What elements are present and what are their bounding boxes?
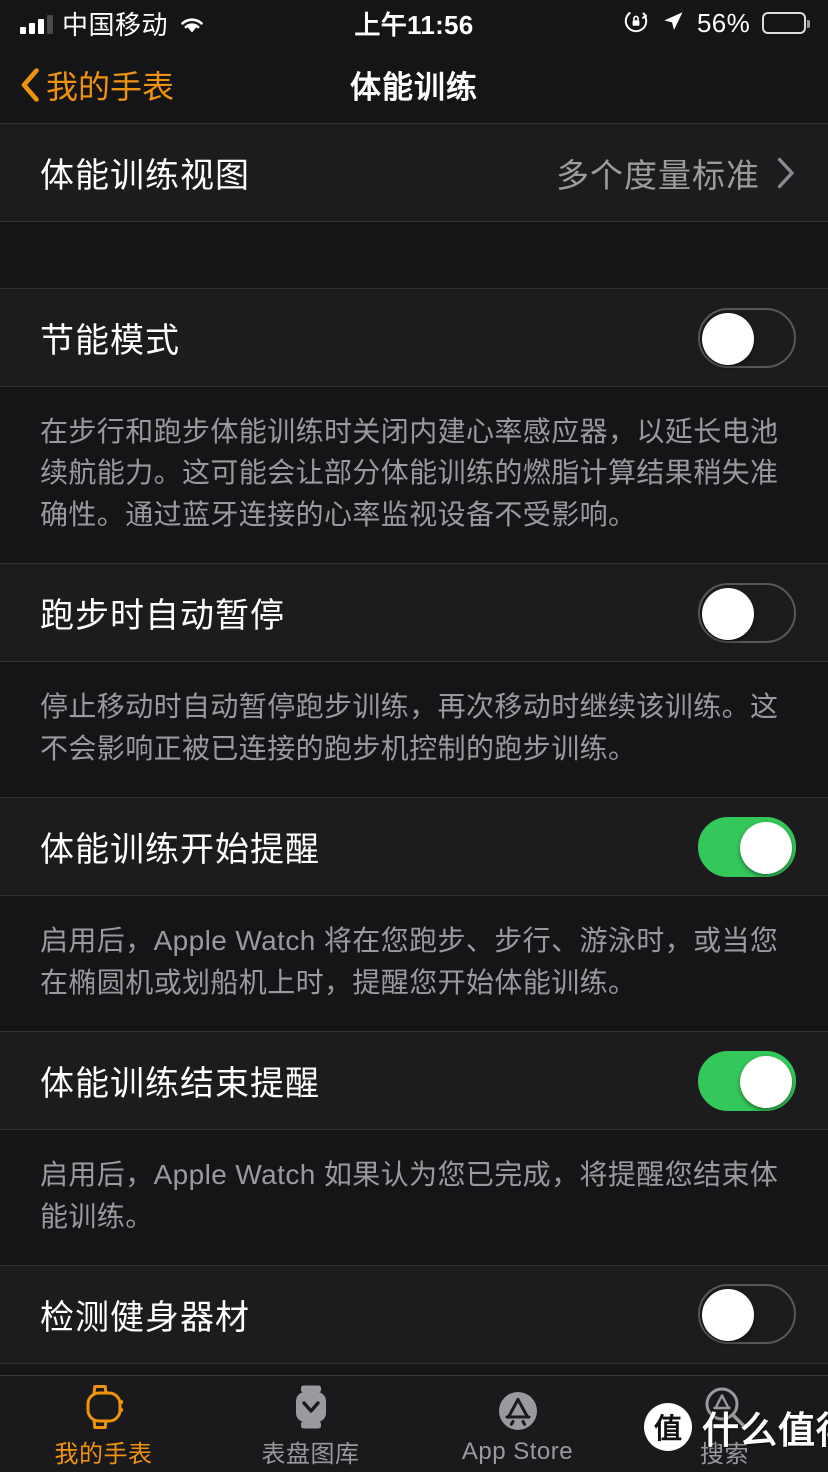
toggle-start-reminder[interactable] [698, 816, 796, 877]
toggle-auto-pause[interactable] [698, 582, 796, 643]
row-workout-view-value: 多个度量标准 [556, 156, 760, 194]
carrier-name: 中国移动 [62, 9, 169, 40]
cellular-signal-icon [20, 12, 53, 34]
footer-auto-pause: 停止移动时自动暂停跑步训练，再次移动时继续该训练。这不会影响正被已连接的跑步机控… [0, 662, 828, 798]
tab-app-store-label: App Store [461, 1437, 574, 1465]
page-title-text: 体能训练 [350, 70, 478, 105]
battery-icon [762, 12, 810, 34]
watch-outline-icon [82, 1383, 126, 1431]
tab-face-gallery-label: 表盘图库 [261, 1441, 360, 1468]
rotation-lock-icon [623, 8, 649, 39]
watch-face-icon [290, 1383, 332, 1431]
toggle-end-reminder[interactable] [698, 1050, 796, 1111]
toggle-power-saving[interactable] [698, 307, 796, 368]
row-workout-view[interactable]: 体能训练视图 多个度量标准 [0, 123, 828, 222]
row-power-saving-label: 节能模式 [40, 322, 180, 360]
location-arrow-icon [661, 9, 685, 38]
status-bar-clock: 上午11:56 [354, 9, 474, 40]
iphone-screen: 中国移动 上午11:56 56% 我的手表 体能训练 体能训练视图 多个度量标准… [0, 0, 828, 1472]
settings-list[interactable]: 体能训练视图 多个度量标准 节能模式 在步行和跑步体能训练时关闭内建心率感应器，… [0, 123, 828, 1375]
toggle-knob [740, 821, 792, 874]
row-start-reminder[interactable]: 体能训练开始提醒 [0, 797, 828, 897]
footer-end-reminder: 启用后，Apple Watch 如果认为您已完成，将提醒您结束体能训练。 [0, 1130, 828, 1265]
toggle-knob [702, 587, 754, 640]
row-auto-pause-label: 跑步时自动暂停 [40, 597, 285, 636]
navigation-bar: 我的手表 体能训练 [0, 46, 828, 123]
watermark-badge: 值 [644, 1403, 692, 1451]
back-button-label: 我的手表 [46, 68, 175, 105]
tab-app-store[interactable]: App Store [414, 1376, 621, 1472]
footer-power-saving: 在步行和跑步体能训练时关闭内建心率感应器，以延长电池续航能力。这可能会让部分体能… [0, 387, 828, 564]
row-detect-equipment[interactable]: 检测健身器材 [0, 1264, 828, 1364]
footer-end-reminder-text: 启用后，Apple Watch 如果认为您已完成，将提醒您结束体能训练。 [40, 1159, 779, 1232]
chevron-left-icon [21, 67, 39, 102]
status-bar: 中国移动 上午11:56 56% [0, 0, 828, 46]
watermark-text: 什么值得买 [702, 1410, 828, 1451]
status-bar-right: 56% [623, 7, 810, 39]
tab-my-watch-label: 我的手表 [54, 1441, 153, 1468]
toggle-detect-equipment[interactable] [698, 1284, 796, 1345]
footer-auto-pause-text: 停止移动时自动暂停跑步训练，再次移动时继续该训练。这不会影响正被已连接的跑步机控… [40, 691, 779, 764]
wifi-icon [177, 12, 207, 34]
tab-my-watch[interactable]: 我的手表 [0, 1376, 207, 1472]
footer-start-reminder-text: 启用后，Apple Watch 将在您跑步、步行、游泳时，或当您在椭圆机或划船机… [40, 925, 779, 998]
footer-power-saving-text: 在步行和跑步体能训练时关闭内建心率感应器，以延长电池续航能力。这可能会让部分体能… [40, 416, 779, 530]
watermark: 值 什么值得买 [644, 1400, 828, 1454]
back-button[interactable]: 我的手表 [20, 62, 174, 108]
tab-face-gallery[interactable]: 表盘图库 [207, 1376, 414, 1472]
section-gap [0, 222, 828, 288]
row-auto-pause[interactable]: 跑步时自动暂停 [0, 563, 828, 663]
app-store-icon [494, 1387, 542, 1435]
toggle-knob [702, 312, 754, 365]
row-end-reminder-label: 体能训练结束提醒 [40, 1065, 320, 1104]
battery-percent: 56% [697, 7, 750, 38]
row-workout-view-label: 体能训练视图 [40, 157, 250, 195]
row-start-reminder-label: 体能训练开始提醒 [40, 831, 320, 870]
footer-start-reminder: 启用后，Apple Watch 将在您跑步、步行、游泳时，或当您在椭圆机或划船机… [0, 896, 828, 1032]
toggle-knob [702, 1289, 754, 1342]
toggle-knob [740, 1055, 792, 1108]
chevron-right-icon [777, 157, 794, 188]
status-bar-left: 中国移动 [20, 5, 207, 42]
row-detect-equipment-label: 检测健身器材 [40, 1298, 250, 1337]
row-power-saving[interactable]: 节能模式 [0, 288, 828, 387]
row-end-reminder[interactable]: 体能训练结束提醒 [0, 1031, 828, 1131]
